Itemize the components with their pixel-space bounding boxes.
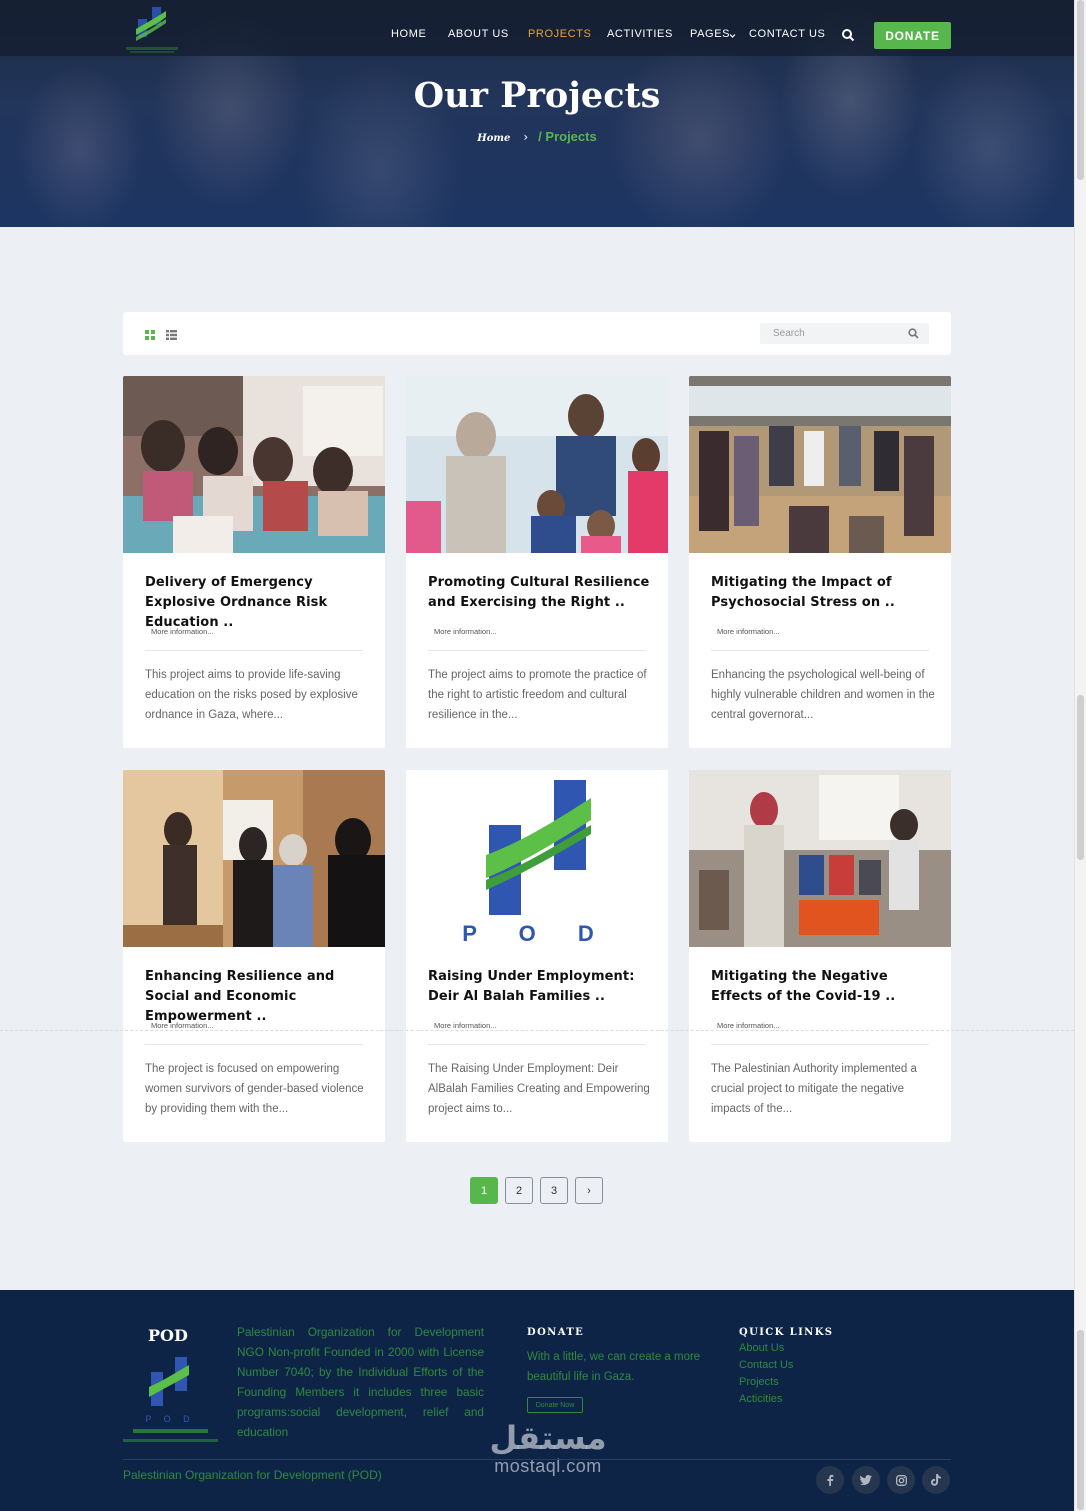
tiktok-icon[interactable] bbox=[922, 1466, 950, 1494]
divider bbox=[711, 650, 929, 651]
project-image[interactable]: P O D bbox=[406, 770, 668, 947]
hero-banner: HOME ABOUT US PROJECTS ACTIVITIES PAGES … bbox=[0, 0, 1074, 227]
more-information-link[interactable]: More information... bbox=[717, 627, 780, 636]
page-scrollbar[interactable] bbox=[1074, 0, 1086, 1511]
footer-about-text: Palestinian Organization for Development… bbox=[237, 1325, 484, 1439]
divider bbox=[711, 1044, 929, 1045]
footer-logo-text: P O D bbox=[145, 1414, 194, 1424]
divider bbox=[0, 1030, 1074, 1031]
divider bbox=[145, 1044, 363, 1045]
project-card[interactable]: P O D Raising Under Employment: Deir Al … bbox=[406, 770, 668, 1142]
donate-button[interactable]: DONATE bbox=[874, 22, 951, 49]
search-icon[interactable] bbox=[841, 28, 855, 42]
watermark: مستقل mostaql.com bbox=[478, 1420, 618, 1477]
search-input[interactable] bbox=[773, 326, 903, 341]
facebook-icon[interactable] bbox=[816, 1466, 844, 1494]
chevron-right-icon: › bbox=[523, 130, 529, 144]
divider bbox=[428, 1044, 646, 1045]
breadcrumb-current: / Projects bbox=[538, 129, 597, 144]
pod-logo-text: P O D bbox=[462, 921, 612, 946]
project-card[interactable]: Delivery of Emergency Explosive Ordnance… bbox=[123, 376, 385, 748]
project-description: The Palestinian Authority implemented a … bbox=[711, 1063, 917, 1115]
project-title[interactable]: Enhancing Resilience and Social and Econ… bbox=[145, 967, 370, 1027]
page-title: Our Projects bbox=[413, 75, 661, 116]
project-title[interactable]: Raising Under Employment: Deir Al Balah … bbox=[428, 967, 653, 1007]
project-image[interactable] bbox=[123, 770, 385, 947]
nav-contact-us[interactable]: CONTACT US bbox=[749, 28, 826, 40]
project-card[interactable]: Enhancing Resilience and Social and Econ… bbox=[123, 770, 385, 1142]
project-title[interactable]: Mitigating the Impact of Psychosocial St… bbox=[711, 573, 936, 613]
scrollbar-thumb[interactable] bbox=[1077, 0, 1084, 180]
project-title[interactable]: Promoting Cultural Resilience and Exerci… bbox=[428, 573, 653, 613]
footer-quick-links: About Us Contact Us Projects Acticities bbox=[739, 1340, 793, 1408]
grid-view-icon[interactable] bbox=[145, 330, 155, 340]
footer-link-about-us[interactable]: About Us bbox=[739, 1340, 793, 1357]
footer-link-projects[interactable]: Projects bbox=[739, 1374, 793, 1391]
nav-about-us[interactable]: ABOUT US bbox=[448, 28, 509, 40]
more-information-link[interactable]: More information... bbox=[151, 1021, 214, 1030]
page-2-button[interactable]: 2 bbox=[505, 1177, 533, 1204]
project-description: Enhancing the psychological well-being o… bbox=[711, 669, 935, 721]
site-logo[interactable] bbox=[124, 3, 180, 55]
top-navbar: HOME ABOUT US PROJECTS ACTIVITIES PAGES … bbox=[0, 0, 1074, 56]
divider bbox=[145, 650, 363, 651]
twitter-icon[interactable] bbox=[852, 1466, 880, 1494]
project-description: The project aims to promote the practice… bbox=[428, 669, 647, 721]
footer-donate-heading: DONATE bbox=[527, 1327, 585, 1338]
footer-donate-button[interactable]: Donate Now bbox=[527, 1397, 583, 1413]
project-card[interactable]: Promoting Cultural Resilience and Exerci… bbox=[406, 376, 668, 748]
next-page-button[interactable]: › bbox=[575, 1177, 603, 1204]
nav-home[interactable]: HOME bbox=[391, 28, 426, 40]
more-information-link[interactable]: More information... bbox=[151, 627, 214, 636]
nav-pages[interactable]: PAGES bbox=[690, 28, 730, 40]
watermark-arabic: مستقل bbox=[489, 1419, 607, 1457]
footer-donate-text: With a little, we can create a more beau… bbox=[527, 1351, 701, 1383]
pagination: 1 2 3 › bbox=[470, 1177, 603, 1204]
more-information-link[interactable]: More information... bbox=[434, 627, 497, 636]
page-3-button[interactable]: 3 bbox=[540, 1177, 568, 1204]
search-box bbox=[760, 323, 929, 344]
project-image[interactable] bbox=[689, 770, 951, 947]
nav-projects[interactable]: PROJECTS bbox=[528, 28, 591, 40]
footer-logo[interactable]: P O D bbox=[123, 1357, 218, 1447]
nav-activities[interactable]: ACTIVITIES bbox=[607, 28, 673, 40]
project-image[interactable] bbox=[406, 376, 668, 553]
projects-toolbar bbox=[123, 312, 951, 355]
project-title[interactable]: Delivery of Emergency Explosive Ordnance… bbox=[145, 573, 370, 633]
project-image[interactable] bbox=[689, 376, 951, 553]
project-description: The Raising Under Employment: Deir AlBal… bbox=[428, 1063, 650, 1115]
project-image[interactable] bbox=[123, 376, 385, 553]
footer-copyright: Palestinian Organization for Development… bbox=[123, 1468, 382, 1482]
list-view-icon[interactable] bbox=[166, 330, 177, 340]
breadcrumb: Home › / Projects bbox=[0, 129, 1074, 145]
more-information-link[interactable]: More information... bbox=[717, 1021, 780, 1030]
footer-link-activities[interactable]: Acticities bbox=[739, 1391, 793, 1408]
instagram-icon[interactable] bbox=[887, 1466, 915, 1494]
scrollbar-thumb-footer[interactable] bbox=[1077, 1330, 1084, 1510]
project-card[interactable]: Mitigating the Impact of Psychosocial St… bbox=[689, 376, 951, 748]
pod-logo: P O D bbox=[462, 780, 612, 946]
footer-divider bbox=[123, 1459, 951, 1460]
project-description: The project is focused on empowering wom… bbox=[145, 1063, 364, 1115]
footer-link-contact-us[interactable]: Contact Us bbox=[739, 1357, 793, 1374]
footer-brand: POD bbox=[148, 1326, 188, 1345]
divider bbox=[428, 650, 646, 651]
scrollbar-thumb-secondary[interactable] bbox=[1077, 695, 1084, 860]
chevron-down-icon bbox=[729, 34, 736, 38]
breadcrumb-home[interactable]: Home bbox=[477, 133, 510, 144]
project-card[interactable]: Mitigating the Negative Effects of the C… bbox=[689, 770, 951, 1142]
project-title[interactable]: Mitigating the Negative Effects of the C… bbox=[711, 967, 936, 1007]
more-information-link[interactable]: More information... bbox=[434, 1021, 497, 1030]
page-1-button[interactable]: 1 bbox=[470, 1177, 498, 1204]
footer-quick-links-heading: QUICK LINKS bbox=[739, 1327, 834, 1338]
project-description: This project aims to provide life-saving… bbox=[145, 669, 358, 721]
search-icon[interactable] bbox=[908, 328, 919, 339]
